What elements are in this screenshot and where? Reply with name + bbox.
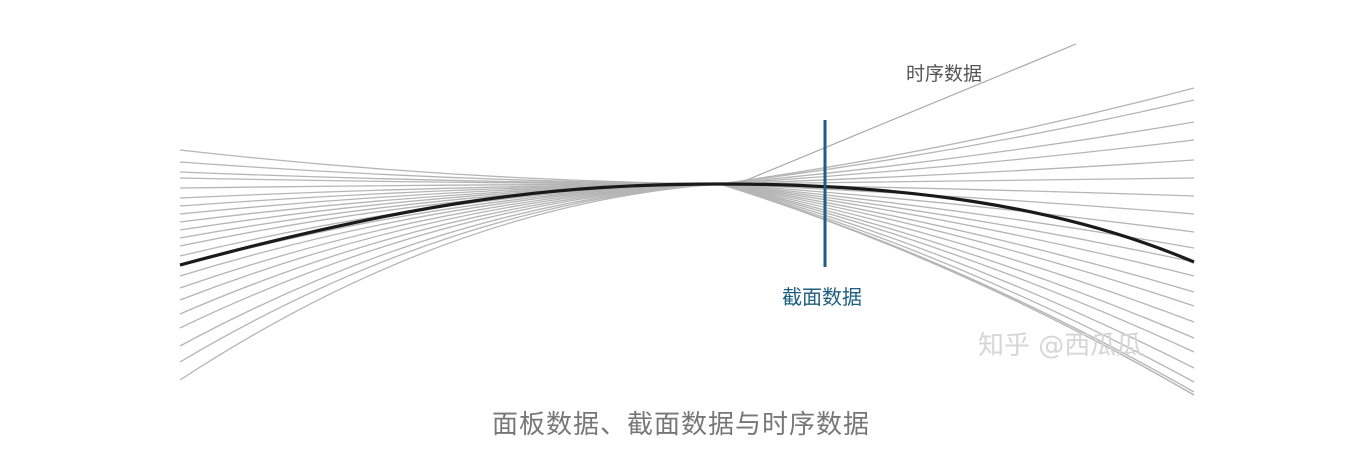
cross-section-label: 截面数据 bbox=[782, 285, 862, 309]
timeseries-label: 时序数据 bbox=[906, 63, 982, 85]
series-curve bbox=[179, 171, 1195, 323]
series-curve bbox=[179, 121, 1195, 301]
figure-caption: 面板数据、截面数据与时序数据 bbox=[491, 410, 870, 440]
watermark: 知乎 @西瓜瓜 bbox=[978, 331, 1142, 361]
panel-data-figure: 时序数据 截面数据 知乎 @西瓜瓜 bbox=[179, 43, 1195, 396]
